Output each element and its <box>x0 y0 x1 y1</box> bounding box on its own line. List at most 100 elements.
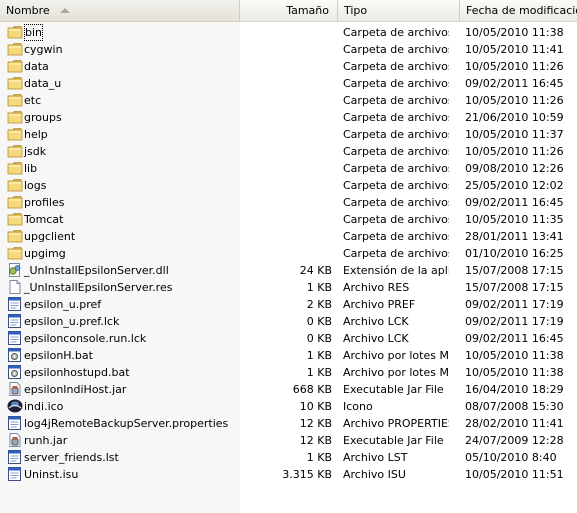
file-name-cell[interactable]: _UnInstallEpsilonServer.res <box>7 279 237 296</box>
file-row[interactable]: data_u Carpeta de archivos 09/02/2011 16:4… <box>0 75 577 92</box>
file-name-cell[interactable]: help <box>7 126 237 143</box>
file-row[interactable]: _UnInstallEpsilonServer.res 1 KB Archivo R… <box>0 279 577 296</box>
sort-ascending-icon <box>60 8 70 13</box>
file-row[interactable]: epsilonH.bat 1 KB Archivo por lotes M... 10… <box>0 347 577 364</box>
file-modified-date: 24/07/2009 12:28 <box>465 434 564 447</box>
file-name-cell[interactable]: data <box>7 58 237 75</box>
file-row[interactable]: help Carpeta de archivos 10/05/2010 11:37 <box>0 126 577 143</box>
file-row[interactable]: epsilon_u.pref.lck 0 KB Archivo LCK 09/02/2… <box>0 313 577 330</box>
file-row[interactable]: log4jRemoteBackupServer.properties 12 KB A… <box>0 415 577 432</box>
column-header-type-label: Tipo <box>344 4 368 17</box>
file-name-cell[interactable]: epsilonH.bat <box>7 347 237 364</box>
file-name-cell[interactable]: lib <box>7 160 237 177</box>
file-row[interactable]: epsilonhostupd.bat 1 KB Archivo por lotes … <box>0 364 577 381</box>
file-name: epsilonIndiHost.jar <box>24 383 127 396</box>
file-name-cell[interactable]: profiles <box>7 194 237 211</box>
file-name-cell[interactable]: epsilonhostupd.bat <box>7 364 237 381</box>
file-name: epsilonH.bat <box>24 349 93 362</box>
file-modified-date: 09/02/2011 17:19 <box>465 315 564 328</box>
file-size <box>240 194 332 211</box>
file-row[interactable]: indi.ico 10 KB Icono 08/07/2008 15:30 <box>0 398 577 415</box>
file-row[interactable]: server_friends.lst 1 KB Archivo LST 05/10/2… <box>0 449 577 466</box>
column-header-date[interactable]: Fecha de modificación <box>460 0 577 21</box>
file-name-cell[interactable]: upgclient <box>7 228 237 245</box>
file-size <box>240 109 332 126</box>
file-type: Archivo por lotes M... <box>343 349 449 362</box>
file-type: Carpeta de archivos <box>343 77 449 90</box>
file-name: log4jRemoteBackupServer.properties <box>24 417 229 430</box>
file-row[interactable]: Tomcat Carpeta de archivos 10/05/2010 11:3… <box>0 211 577 228</box>
file-type: Archivo LCK <box>343 332 409 345</box>
file-type: Carpeta de archivos <box>343 145 449 158</box>
file-name-cell[interactable]: log4jRemoteBackupServer.properties <box>7 415 237 432</box>
file-name: indi.ico <box>24 400 64 413</box>
file-row[interactable]: Uninst.isu 3.315 KB Archivo ISU 10/05/2010 … <box>0 466 577 483</box>
file-type: Archivo PROPERTIES <box>343 417 449 430</box>
file-name-cell[interactable]: upgimg <box>7 245 237 262</box>
file-name: upgclient <box>24 230 76 243</box>
file-row[interactable]: data Carpeta de archivos 10/05/2010 11:26 <box>0 58 577 75</box>
column-header-size-label: Tamaño <box>286 4 329 17</box>
column-header-name[interactable]: Nombre <box>0 0 240 21</box>
file-modified-date: 09/02/2011 17:19 <box>465 298 564 311</box>
file-name-cell[interactable]: epsilonconsole.run.lck <box>7 330 237 347</box>
file-modified-date: 10/05/2010 11:37 <box>465 128 564 141</box>
column-header-date-label: Fecha de modificación <box>466 4 577 17</box>
file-row[interactable]: runh.jar 12 KB Executable Jar File 24/07/20… <box>0 432 577 449</box>
file-row[interactable]: upgclient Carpeta de archivos 28/01/2011 1… <box>0 228 577 245</box>
column-header-type[interactable]: Tipo <box>338 0 460 21</box>
file-row[interactable]: upgimg Carpeta de archivos 01/10/2010 16:2… <box>0 245 577 262</box>
file-name: help <box>24 128 48 141</box>
batch-file-icon <box>7 348 23 362</box>
file-modified-date: 09/02/2011 16:45 <box>465 77 564 90</box>
file-row[interactable]: _UnInstallEpsilonServer.dll 24 KB Extensió… <box>0 262 577 279</box>
file-name-cell[interactable]: etc <box>7 92 237 109</box>
column-header-size[interactable]: Tamaño <box>240 0 338 21</box>
file-row[interactable]: logs Carpeta de archivos 25/05/2010 12:02 <box>0 177 577 194</box>
folder-icon <box>7 178 23 192</box>
file-name-cell[interactable]: epsilon_u.pref.lck <box>7 313 237 330</box>
file-modified-date: 05/10/2010 8:40 <box>465 451 557 464</box>
file-name-cell[interactable]: cygwin <box>7 41 237 58</box>
file-row[interactable]: groups Carpeta de archivos 21/06/2010 10:5… <box>0 109 577 126</box>
file-name-cell[interactable]: bin <box>7 24 237 41</box>
file-name: epsilonconsole.run.lck <box>24 332 147 345</box>
file-row[interactable]: profiles Carpeta de archivos 09/02/2011 16… <box>0 194 577 211</box>
file-row[interactable]: jsdk Carpeta de archivos 10/05/2010 11:26 <box>0 143 577 160</box>
file-size: 12 KB <box>299 434 332 447</box>
folder-icon <box>7 212 23 226</box>
file-row[interactable]: etc Carpeta de archivos 10/05/2010 11:26 <box>0 92 577 109</box>
file-row[interactable]: bin Carpeta de archivos 10/05/2010 11:38 <box>0 24 577 41</box>
window-file-icon <box>7 467 23 481</box>
file-name-cell[interactable]: logs <box>7 177 237 194</box>
file-row[interactable]: cygwin Carpeta de archivos 10/05/2010 11:4… <box>0 41 577 58</box>
file-row[interactable]: epsilonIndiHost.jar 668 KB Executable Jar … <box>0 381 577 398</box>
file-name-cell[interactable]: data_u <box>7 75 237 92</box>
ico-file-icon <box>7 399 23 413</box>
file-name: jsdk <box>24 145 47 158</box>
folder-icon <box>7 93 23 107</box>
file-row[interactable]: lib Carpeta de archivos 09/08/2010 12:26 <box>0 160 577 177</box>
file-size: 24 KB <box>299 264 332 277</box>
file-size <box>240 41 332 58</box>
file-name-cell[interactable]: jsdk <box>7 143 237 160</box>
file-name-cell[interactable]: indi.ico <box>7 398 237 415</box>
file-name: epsilon_u.pref.lck <box>24 315 120 328</box>
file-name-cell[interactable]: epsilon_u.pref <box>7 296 237 313</box>
file-type: Carpeta de archivos <box>343 230 449 243</box>
file-name-cell[interactable]: _UnInstallEpsilonServer.dll <box>7 262 237 279</box>
file-row[interactable]: epsilon_u.pref 2 KB Archivo PREF 09/02/2011… <box>0 296 577 313</box>
file-name-cell[interactable]: Tomcat <box>7 211 237 228</box>
folder-icon <box>7 246 23 260</box>
folder-icon <box>7 59 23 73</box>
file-name-cell[interactable]: Uninst.isu <box>7 466 237 483</box>
file-type: Archivo LCK <box>343 315 409 328</box>
file-name-cell[interactable]: groups <box>7 109 237 126</box>
file-type: Archivo LST <box>343 451 408 464</box>
file-name-cell[interactable]: epsilonIndiHost.jar <box>7 381 237 398</box>
file-row[interactable]: epsilonconsole.run.lck 0 KB Archivo LCK 09/… <box>0 330 577 347</box>
window-file-icon <box>7 416 23 430</box>
file-modified-date: 10/05/2010 11:26 <box>465 94 564 107</box>
file-name-cell[interactable]: server_friends.lst <box>7 449 237 466</box>
file-name-cell[interactable]: runh.jar <box>7 432 237 449</box>
